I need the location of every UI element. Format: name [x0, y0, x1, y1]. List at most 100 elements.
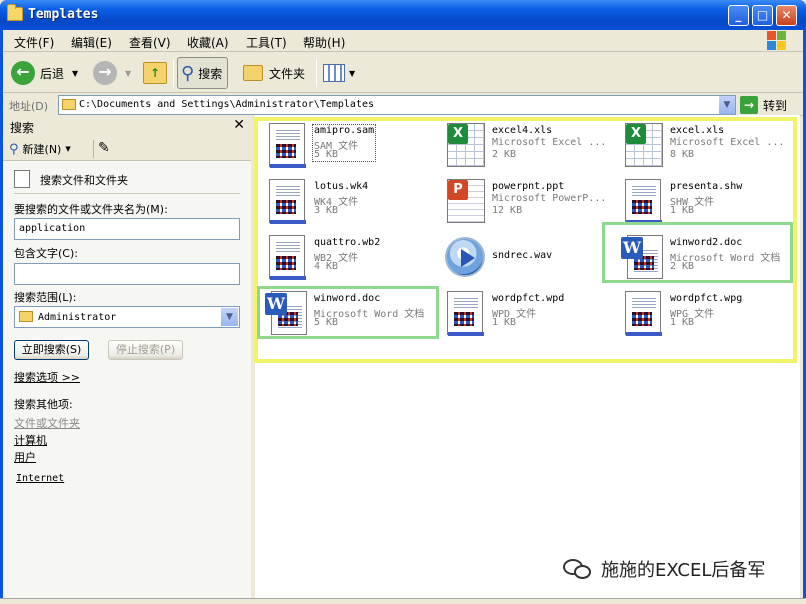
views-button[interactable]: ▼: [323, 57, 355, 89]
files-folders-link[interactable]: 文件或文件夹: [14, 415, 80, 431]
search-heading: 搜索文件和文件夹: [40, 174, 128, 187]
document-icon: [443, 291, 487, 336]
go-button[interactable]: → 转到: [740, 96, 787, 114]
binoculars-icon[interactable]: ✎: [98, 140, 110, 156]
file-item[interactable]: presenta.shw SHW 文件 1 KB: [615, 175, 791, 227]
file-type: Microsoft PowerP...: [492, 193, 607, 204]
document-icon: [621, 179, 665, 224]
file-size: 3 KB: [314, 205, 339, 216]
menu-edit[interactable]: 编辑(E): [71, 34, 112, 51]
search-pane-title: 搜索: [10, 121, 35, 135]
focus-rectangle: [312, 124, 376, 162]
computers-link[interactable]: 计算机: [14, 432, 47, 448]
file-type: Microsoft Excel ...: [670, 137, 785, 148]
file-item[interactable]: wordpfct.wpd WPD 文件 1 KB: [437, 287, 613, 339]
watermark-text: 施施的EXCEL后备军: [601, 560, 766, 581]
menu-favorites[interactable]: 收藏(A): [187, 34, 229, 51]
file-size: 2 KB: [492, 149, 517, 160]
document-icon: [265, 179, 309, 224]
address-label: 地址(D): [9, 100, 49, 113]
file-name: wordpfct.wpg: [670, 293, 743, 304]
menu-bar: 文件(F) 编辑(E) 查看(V) 收藏(A) 工具(T) 帮助(H): [3, 30, 803, 52]
up-folder-button[interactable]: ↑: [143, 57, 167, 89]
toolbar-separator: [173, 59, 174, 87]
file-item[interactable]: wordpfct.wpg WPG 文件 1 KB: [615, 287, 791, 339]
scope-select[interactable]: Administrator ▼: [14, 306, 240, 328]
status-bar: [0, 598, 806, 604]
minimize-button[interactable]: _: [728, 5, 749, 26]
document-icon: [265, 235, 309, 280]
search-document-icon: [14, 170, 30, 188]
file-item[interactable]: X excel4.xls Microsoft Excel ... 2 KB: [437, 119, 613, 171]
toolbar: ← 后退 ▼ → ▼ ↑ ⚲ 搜索 文件夹 ▼: [3, 53, 803, 93]
chevron-down-icon[interactable]: ▼: [221, 308, 238, 326]
file-list: amipro.sam SAM 文件 5 KB X excel4.xls Micr…: [255, 115, 800, 598]
menu-view[interactable]: 查看(V): [129, 34, 171, 51]
wechat-logo-icon: [563, 557, 593, 581]
file-item[interactable]: X excel.xls Microsoft Excel ... 8 KB: [615, 119, 791, 171]
title-bar[interactable]: Templates _ □ ✕: [0, 0, 806, 30]
word-icon: W: [621, 235, 665, 279]
maximize-button[interactable]: □: [752, 5, 773, 26]
file-item[interactable]: W winword.doc Microsoft Word 文档 5 KB: [259, 287, 435, 339]
magnifier-icon: ⚲: [9, 141, 19, 157]
filename-input[interactable]: application: [14, 218, 240, 240]
up-folder-icon: ↑: [143, 62, 167, 84]
file-size: 1 KB: [670, 317, 695, 328]
file-name: powerpnt.ppt: [492, 181, 565, 192]
file-item[interactable]: quattro.wb2 WB2 文件 4 KB: [259, 231, 435, 283]
forward-arrow-icon: →: [93, 61, 117, 85]
back-label: 后退: [40, 66, 65, 81]
folders-button[interactable]: 文件夹: [243, 57, 305, 89]
magnifier-icon: ⚲: [181, 62, 195, 84]
excel-icon: X: [621, 123, 665, 167]
views-icon: [323, 64, 345, 82]
address-dropdown-button[interactable]: ▼: [718, 96, 735, 114]
back-button[interactable]: ← 后退 ▼: [11, 57, 78, 89]
file-name: wordpfct.wpd: [492, 293, 565, 304]
file-item[interactable]: lotus.wk4 WK4 文件 3 KB: [259, 175, 435, 227]
stop-search-button[interactable]: 停止搜索(P): [108, 340, 183, 360]
file-item[interactable]: sndrec.wav: [437, 231, 613, 283]
file-item[interactable]: W winword2.doc Microsoft Word 文档 2 KB: [615, 231, 791, 283]
forward-button[interactable]: → ▼: [93, 57, 131, 89]
folder-icon: [19, 311, 33, 322]
search-now-button[interactable]: 立即搜索(S): [14, 340, 89, 360]
address-input[interactable]: C:\Documents and Settings\Administrator\…: [58, 95, 736, 115]
search-options-link[interactable]: 搜索选项 >>: [14, 369, 80, 385]
internet-link[interactable]: Internet: [16, 473, 64, 484]
search-toggle-label: 搜索: [198, 66, 223, 81]
chevron-down-icon: ▼: [72, 68, 79, 78]
menu-file[interactable]: 文件(F): [14, 34, 54, 51]
containing-text-input[interactable]: [14, 263, 240, 285]
document-icon: [265, 123, 309, 168]
go-arrow-icon: →: [740, 96, 758, 114]
other-search-heading: 搜索其他项:: [14, 398, 73, 411]
go-label: 转到: [763, 98, 788, 113]
file-size: 8 KB: [670, 149, 695, 160]
file-name: sndrec.wav: [492, 250, 553, 261]
menu-tools[interactable]: 工具(T): [246, 34, 287, 51]
people-link[interactable]: 用户: [14, 449, 36, 465]
close-button[interactable]: ✕: [776, 5, 797, 26]
file-name: presenta.shw: [670, 181, 743, 192]
menu-help[interactable]: 帮助(H): [303, 34, 345, 51]
close-icon[interactable]: ✕: [233, 117, 245, 133]
excel-icon: X: [443, 123, 487, 167]
address-bar: 地址(D) C:\Documents and Settings\Administ…: [3, 94, 803, 116]
name-field-label: 要搜索的文件或文件夹名为(M):: [14, 203, 168, 216]
file-name: lotus.wk4: [314, 181, 369, 192]
windows-logo-icon: [767, 31, 787, 51]
file-size: 1 KB: [670, 205, 695, 216]
file-item[interactable]: P powerpnt.ppt Microsoft PowerP... 12 KB: [437, 175, 613, 227]
chevron-down-icon: ▼: [125, 68, 132, 78]
file-size: 5 KB: [314, 317, 339, 328]
new-search-button[interactable]: ⚲ 新建(N) ▼: [9, 141, 71, 157]
search-toggle-button[interactable]: ⚲ 搜索: [177, 57, 229, 89]
text-field-label: 包含文字(C):: [14, 247, 78, 260]
file-size: 2 KB: [670, 261, 695, 272]
new-search-label: 新建(N): [22, 143, 62, 156]
chevron-down-icon: ▼: [349, 68, 356, 78]
file-name: excel4.xls: [492, 125, 553, 136]
scope-value: Administrator: [38, 312, 117, 323]
